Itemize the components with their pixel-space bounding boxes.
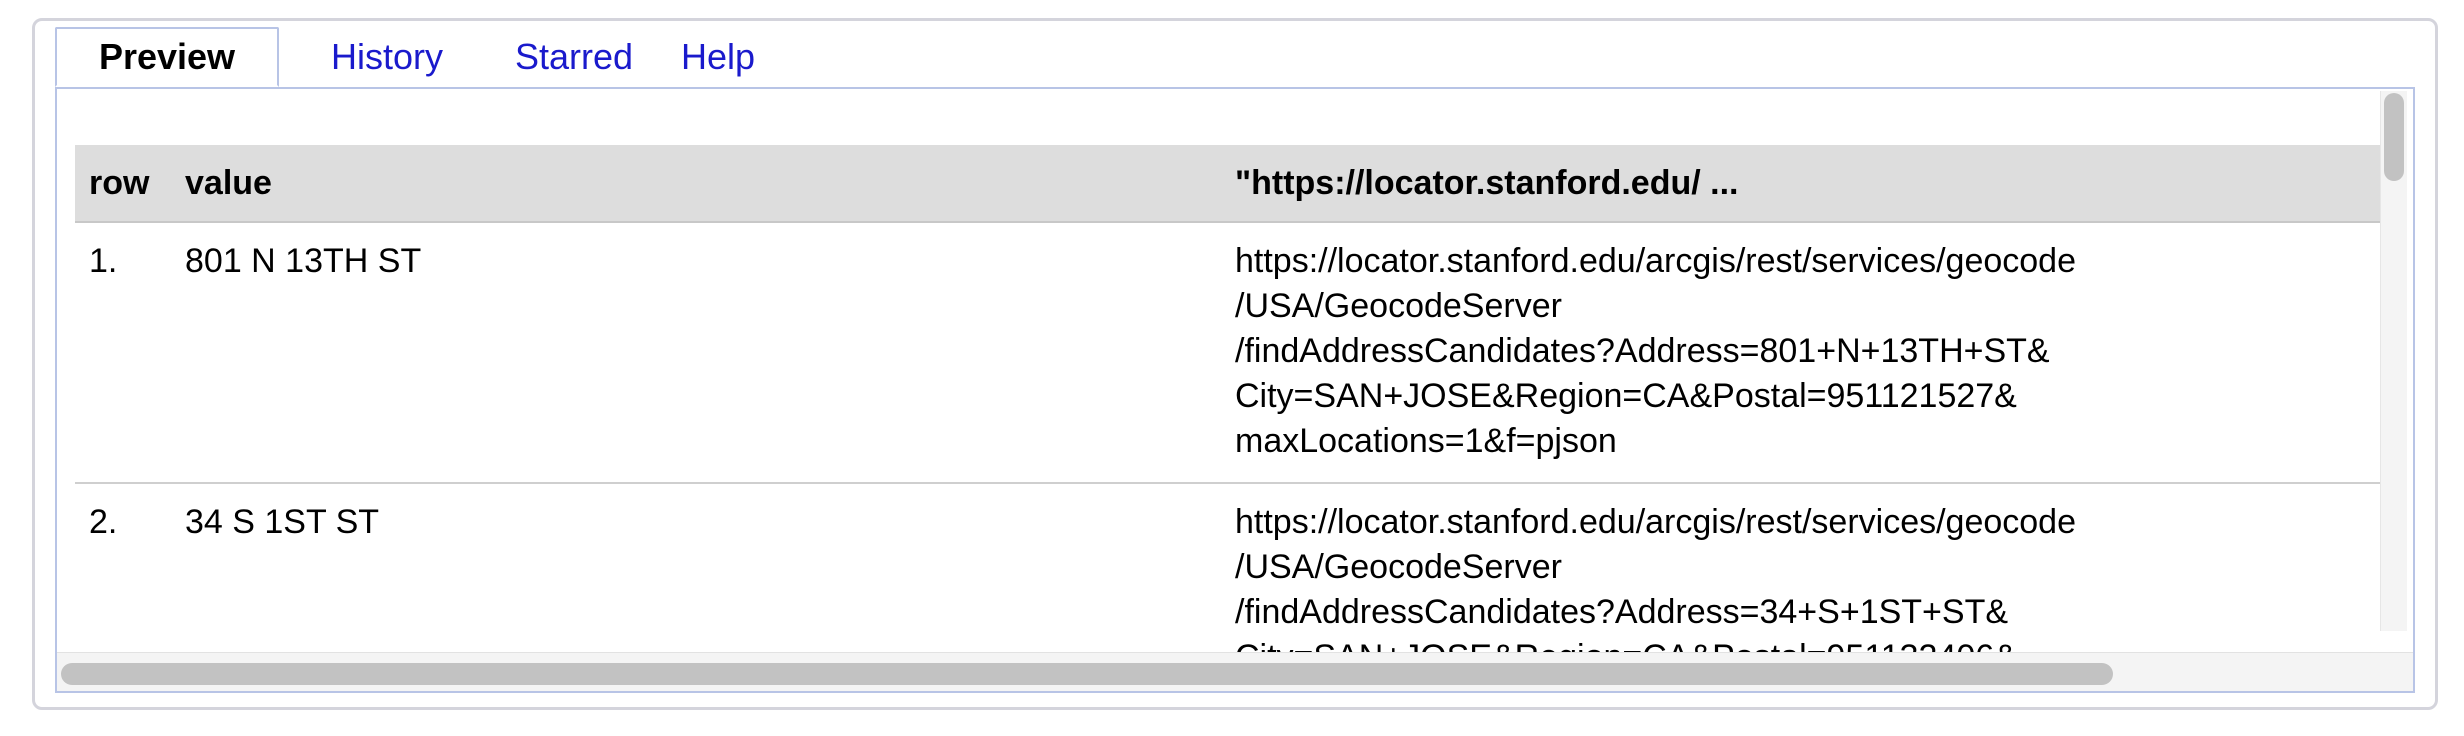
tab-preview[interactable]: Preview bbox=[55, 27, 279, 87]
tab-help[interactable]: Help bbox=[653, 27, 783, 87]
column-header-value[interactable]: value bbox=[171, 145, 1221, 223]
tab-bar: Preview History Starred Help bbox=[55, 25, 783, 87]
preview-content: row value "https://locator.stanford.edu/… bbox=[55, 87, 2415, 693]
url-cell: https://locator.stanford.edu/arcgis/rest… bbox=[1221, 222, 2385, 484]
preview-panel: Preview History Starred Help row value "… bbox=[32, 18, 2438, 710]
row-number: 1. bbox=[75, 222, 171, 484]
table-viewport[interactable]: row value "https://locator.stanford.edu/… bbox=[57, 87, 2413, 691]
vertical-scroll-thumb[interactable] bbox=[2384, 93, 2404, 181]
tab-starred[interactable]: Starred bbox=[495, 27, 653, 87]
table-header-row: row value "https://locator.stanford.edu/… bbox=[75, 145, 2385, 223]
table-row: 1. 801 N 13TH ST https://locator.stanfor… bbox=[75, 222, 2385, 484]
value-cell: 801 N 13TH ST bbox=[171, 222, 1221, 484]
horizontal-scroll-thumb[interactable] bbox=[61, 663, 2113, 685]
horizontal-scrollbar[interactable] bbox=[57, 652, 2413, 691]
column-header-url[interactable]: "https://locator.stanford.edu/ ... bbox=[1221, 145, 2385, 223]
column-header-row[interactable]: row bbox=[75, 145, 171, 223]
tab-history[interactable]: History bbox=[279, 27, 495, 87]
vertical-scrollbar[interactable] bbox=[2380, 91, 2407, 631]
preview-table: row value "https://locator.stanford.edu/… bbox=[75, 145, 2385, 691]
